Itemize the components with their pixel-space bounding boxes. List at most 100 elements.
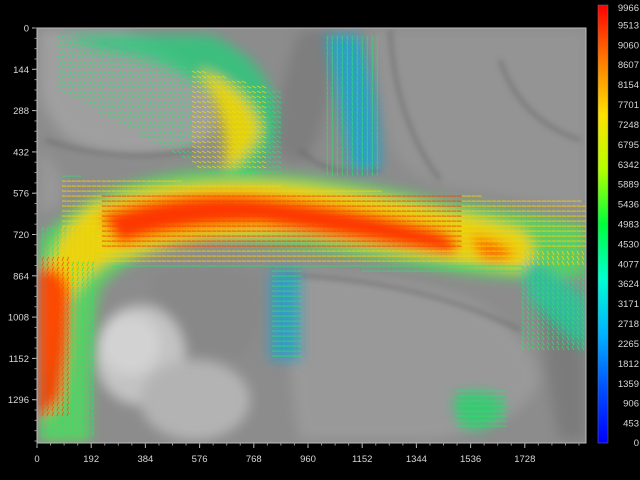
velocity-arrow	[351, 40, 353, 46]
velocity-arrow	[341, 80, 343, 86]
velocity-arrow	[326, 110, 328, 116]
velocity-arrow	[351, 125, 353, 131]
velocity-arrow	[356, 60, 358, 66]
velocity-arrow	[371, 35, 373, 41]
velocity-arrow	[376, 155, 378, 161]
colorbar-tick-label: 0	[634, 438, 639, 449]
velocity-arrow	[371, 105, 373, 111]
velocity-arrow	[356, 120, 358, 126]
y-tick-label: 432	[13, 147, 29, 158]
colorbar-tick-label: 8154	[618, 80, 639, 91]
velocity-arrow	[336, 140, 338, 146]
velocity-arrow	[346, 75, 348, 81]
velocity-arrow	[346, 45, 348, 51]
velocity-arrow	[326, 60, 328, 66]
velocity-arrow	[361, 95, 363, 101]
velocity-arrow	[366, 160, 368, 166]
velocity-arrow	[346, 60, 348, 66]
velocity-arrow	[356, 35, 358, 41]
velocity-arrow	[376, 115, 378, 121]
velocity-arrow	[336, 75, 338, 81]
velocity-arrow	[351, 150, 353, 156]
velocity-arrow	[361, 50, 363, 56]
velocity-arrow	[351, 95, 353, 101]
velocity-arrow	[326, 165, 328, 171]
velocity-arrow	[361, 120, 363, 126]
velocity-arrow	[351, 70, 353, 76]
velocity-arrow	[356, 130, 358, 136]
velocity-arrow	[336, 150, 338, 156]
velocity-arrow	[336, 160, 338, 166]
velocity-arrow	[336, 110, 338, 116]
velocity-arrow	[371, 155, 373, 161]
velocity-arrow	[366, 130, 368, 136]
y-tick-label: 1296	[8, 395, 29, 406]
velocity-arrow	[376, 145, 378, 151]
velocity-arrow	[361, 125, 363, 131]
velocity-arrow	[351, 80, 353, 86]
velocity-arrow	[346, 100, 348, 106]
velocity-arrow	[346, 125, 348, 131]
velocity-arrow	[326, 140, 328, 146]
velocity-arrow	[341, 120, 343, 126]
velocity-arrow	[331, 110, 333, 116]
x-tick-label: 384	[137, 454, 153, 465]
velocity-arrow	[376, 60, 378, 66]
x-tick-label: 1536	[460, 454, 481, 465]
velocity-arrow	[376, 135, 378, 141]
velocity-arrow	[351, 100, 353, 106]
velocity-arrow	[346, 90, 348, 96]
velocity-arrow	[361, 110, 363, 116]
velocity-arrow	[341, 100, 343, 106]
colorbar-tick-label: 5889	[618, 180, 639, 191]
velocity-arrow	[336, 115, 338, 121]
velocity-arrow	[376, 75, 378, 81]
velocity-arrow	[346, 85, 348, 91]
velocity-arrow	[356, 105, 358, 111]
velocity-arrow	[326, 55, 328, 61]
velocity-arrow	[371, 70, 373, 76]
velocity-arrow	[341, 125, 343, 131]
velocity-arrow	[366, 135, 368, 141]
velocity-arrow	[331, 40, 333, 46]
velocity-arrow	[331, 120, 333, 126]
velocity-arrow	[341, 115, 343, 121]
velocity-arrow	[326, 85, 328, 91]
velocity-arrow	[331, 135, 333, 141]
colorbar-tick-label: 7701	[618, 100, 639, 111]
velocity-arrow	[361, 40, 363, 46]
colorbar	[597, 4, 609, 444]
velocity-arrow	[351, 165, 353, 171]
velocity-arrow	[356, 90, 358, 96]
flow-field-viewer[interactable]: 0 192 384 576 768 960 1152 1344 1536 1728 0 144 288…	[0, 0, 640, 480]
velocity-arrow	[336, 90, 338, 96]
velocity-arrow	[326, 105, 328, 111]
velocity-arrow	[326, 150, 328, 156]
velocity-arrow	[366, 165, 368, 171]
velocity-arrow	[326, 155, 328, 161]
velocity-arrow	[376, 45, 378, 51]
velocity-arrow	[341, 135, 343, 141]
velocity-arrow	[336, 100, 338, 106]
y-tick-label: 864	[13, 271, 29, 282]
velocity-arrow	[356, 165, 358, 171]
velocity-arrow	[341, 55, 343, 61]
velocity-arrow	[331, 145, 333, 151]
colorbar-tick-label: 906	[623, 399, 639, 410]
velocity-arrow	[366, 40, 368, 46]
velocity-arrow	[366, 95, 368, 101]
velocity-arrow	[346, 105, 348, 111]
velocity-arrow	[361, 85, 363, 91]
velocity-arrow	[371, 95, 373, 101]
velocity-arrow	[366, 150, 368, 156]
velocity-arrow	[341, 145, 343, 151]
x-tick-label: 1152	[352, 454, 372, 465]
velocity-arrow	[336, 60, 338, 66]
y-tick-label: 1152	[9, 354, 29, 365]
velocity-arrow	[331, 70, 333, 76]
velocity-arrow	[371, 85, 373, 91]
velocity-arrow	[351, 55, 353, 61]
velocity-arrow	[341, 140, 343, 146]
velocity-arrow	[351, 65, 353, 71]
velocity-arrow	[366, 85, 368, 91]
